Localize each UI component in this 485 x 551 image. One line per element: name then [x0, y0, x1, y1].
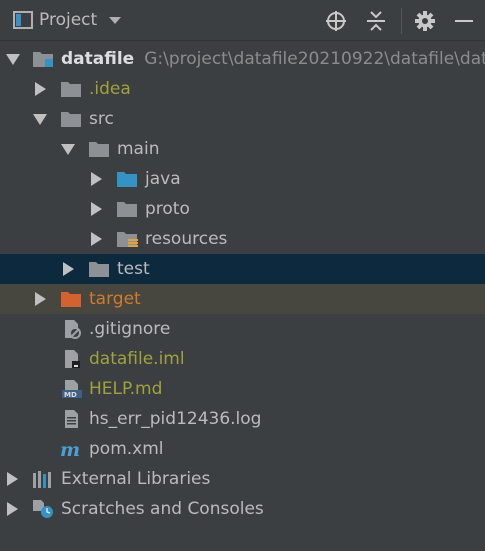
markdown-file-icon: MD [62, 380, 82, 399]
expand-arrow-icon[interactable] [89, 232, 103, 246]
tree-label-proto: proto [145, 199, 190, 219]
expand-arrow-icon[interactable] [5, 472, 19, 486]
maven-icon: m [60, 439, 80, 459]
locate-icon[interactable] [324, 9, 348, 33]
tree-label-external-libraries: External Libraries [61, 469, 211, 489]
tree-label-gitignore: .gitignore [89, 319, 171, 339]
tree-row-resources[interactable]: resources [0, 224, 485, 254]
tree-row-help[interactable]: MD HELP.md [0, 374, 485, 404]
library-icon [33, 471, 51, 488]
project-window-icon [13, 11, 33, 29]
tree-row-proto[interactable]: proto [0, 194, 485, 224]
root-module-path: G:\project\datafile20210922\datafile\dat [144, 49, 485, 69]
tree-row-datafile[interactable]: datafile G:\project\datafile20210922\data… [0, 44, 485, 74]
expand-arrow-icon[interactable] [33, 82, 47, 96]
header-divider [401, 8, 402, 34]
folder-icon [61, 112, 81, 127]
folder-icon [117, 202, 137, 217]
tree-row-gitignore[interactable]: .gitignore [0, 314, 485, 344]
tree-label-target: target [89, 289, 141, 309]
tree-label-test: test [117, 259, 150, 279]
project-view-selector[interactable]: Project [13, 9, 122, 31]
tree-row-scratches[interactable]: Scratches and Consoles [0, 494, 485, 524]
tree-label-log: hs_err_pid12436.log [89, 409, 262, 429]
expand-arrow-icon[interactable] [33, 112, 47, 126]
expand-arrow-icon[interactable] [89, 172, 103, 186]
tree-label-idea: .idea [89, 79, 131, 99]
ignore-file-icon [65, 320, 81, 339]
tree-label-resources: resources [145, 229, 228, 249]
tree-row-idea[interactable]: .idea [0, 74, 485, 104]
source-folder-icon [117, 172, 137, 187]
tree-row-java[interactable]: java [0, 164, 485, 194]
module-file-icon [65, 350, 80, 368]
toolwindow-title: Project [39, 10, 98, 30]
folder-icon [89, 142, 109, 157]
project-toolwindow-header: Project [0, 0, 485, 41]
scratches-icon [33, 500, 53, 518]
module-folder-icon [33, 52, 53, 67]
gear-icon[interactable] [413, 9, 437, 33]
root-module-name: datafile [61, 49, 135, 69]
tree-row-src[interactable]: src [0, 104, 485, 134]
expand-arrow-icon[interactable] [61, 142, 75, 156]
minimize-icon[interactable] [452, 9, 476, 33]
tree-label-iml: datafile.iml [89, 349, 185, 369]
folder-icon [89, 262, 109, 277]
svg-text:MD: MD [64, 391, 77, 399]
excluded-folder-icon [61, 292, 81, 307]
tree-row-main[interactable]: main [0, 134, 485, 164]
expand-arrow-icon[interactable] [33, 292, 47, 306]
tree-row-test[interactable]: test [0, 254, 485, 284]
text-file-icon [65, 410, 78, 428]
tree-label-src: src [89, 109, 114, 129]
collapse-all-icon[interactable] [364, 9, 388, 33]
tree-row-pom[interactable]: m pom.xml [0, 434, 485, 464]
tree-label-help: HELP.md [89, 379, 163, 399]
resources-folder-icon [117, 232, 138, 247]
expand-arrow-icon[interactable] [89, 202, 103, 216]
svg-text:m: m [60, 439, 80, 459]
tree-row-iml[interactable]: datafile.iml [0, 344, 485, 374]
tree-label-java: java [145, 169, 181, 189]
expand-arrow-icon[interactable] [61, 262, 75, 276]
tree-row-target[interactable]: target [0, 284, 485, 314]
tree-label-main: main [117, 139, 160, 159]
tree-label-scratches: Scratches and Consoles [61, 499, 264, 519]
folder-icon [61, 82, 81, 97]
tree-label-pom: pom.xml [89, 439, 164, 459]
tree-row-external-libraries[interactable]: External Libraries [0, 464, 485, 494]
expand-arrow-icon[interactable] [5, 502, 19, 516]
expand-arrow-icon[interactable] [6, 52, 20, 66]
tree-row-log[interactable]: hs_err_pid12436.log [0, 404, 485, 434]
chevron-down-icon[interactable] [109, 16, 122, 24]
